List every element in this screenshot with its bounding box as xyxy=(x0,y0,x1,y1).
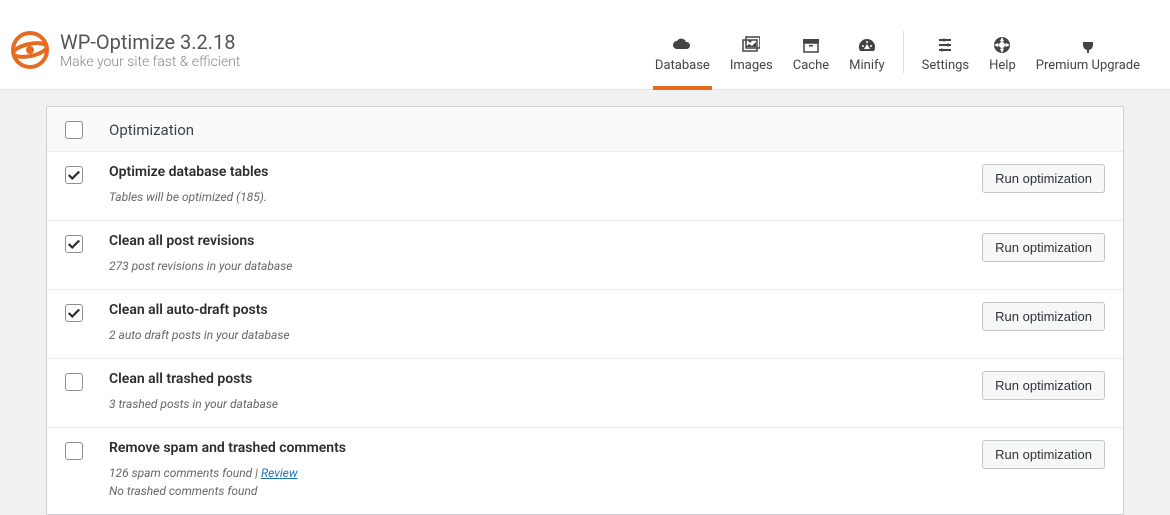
select-all-checkbox[interactable] xyxy=(65,121,83,139)
row-checkbox[interactable] xyxy=(65,373,83,391)
nav-tab-label: Help xyxy=(989,58,1016,73)
brand: WP-Optimize 3.2.18 Make your site fast &… xyxy=(10,30,240,70)
table-row: Clean all auto-draft posts 2 auto draft … xyxy=(47,290,1123,359)
nav-tab-minify[interactable]: Minify xyxy=(839,30,895,89)
nav-separator xyxy=(903,31,904,73)
row-checkbox[interactable] xyxy=(65,442,83,460)
optimization-desc: 3 trashed posts in your database xyxy=(109,397,945,411)
optimization-desc: 273 post revisions in your database xyxy=(109,259,945,273)
archive-icon xyxy=(802,36,820,54)
run-optimization-button[interactable]: Run optimization xyxy=(982,164,1105,193)
run-optimization-button[interactable]: Run optimization xyxy=(982,440,1105,469)
row-checkbox[interactable] xyxy=(65,235,83,253)
optimization-desc: 126 spam comments found | Review xyxy=(109,466,945,480)
nav-tab-images[interactable]: Images xyxy=(720,30,783,89)
row-checkbox[interactable] xyxy=(65,166,83,184)
table-header-row: Optimization xyxy=(47,107,1123,152)
nav-tab-label: Settings xyxy=(922,58,969,73)
nav-tab-database[interactable]: Database xyxy=(645,30,720,89)
nav-tab-label: Images xyxy=(730,58,773,73)
review-link[interactable]: Review xyxy=(261,466,298,480)
nav-tab-cache[interactable]: Cache xyxy=(783,30,839,89)
nav-tab-label: Cache xyxy=(793,58,829,73)
help-icon xyxy=(993,36,1011,54)
optimization-title: Clean all post revisions xyxy=(109,233,945,249)
nav: Database Images Cache Minify Settings He… xyxy=(645,10,1150,89)
nav-tab-label: Premium Upgrade xyxy=(1036,58,1140,73)
wpo-logo-icon xyxy=(10,30,50,70)
optimization-title: Optimize database tables xyxy=(109,164,945,180)
cloud-icon xyxy=(673,36,691,54)
row-checkbox[interactable] xyxy=(65,304,83,322)
app-tagline: Make your site fast & efficient xyxy=(60,54,240,70)
nav-tab-premium-upgrade[interactable]: Premium Upgrade xyxy=(1026,30,1150,89)
plug-icon xyxy=(1079,36,1097,54)
table-row: Clean all post revisions 273 post revisi… xyxy=(47,221,1123,290)
optimization-title: Clean all trashed posts xyxy=(109,371,945,387)
table-row: Clean all trashed posts 3 trashed posts … xyxy=(47,359,1123,428)
run-optimization-button[interactable]: Run optimization xyxy=(982,371,1105,400)
gauge-icon xyxy=(858,36,876,54)
optimization-desc: No trashed comments found xyxy=(109,484,945,498)
run-optimization-button[interactable]: Run optimization xyxy=(982,302,1105,331)
nav-tab-label: Minify xyxy=(849,58,885,73)
optimization-title: Remove spam and trashed comments xyxy=(109,440,945,456)
table-header-label: Optimization xyxy=(109,121,194,139)
images-icon xyxy=(742,36,760,54)
nav-tab-settings[interactable]: Settings xyxy=(912,30,979,89)
optimization-title: Clean all auto-draft posts xyxy=(109,302,945,318)
nav-tab-help[interactable]: Help xyxy=(979,30,1026,89)
run-optimization-button[interactable]: Run optimization xyxy=(982,233,1105,262)
nav-tab-label: Database xyxy=(655,58,710,73)
table-row: Remove spam and trashed comments 126 spa… xyxy=(47,428,1123,514)
optimization-desc: 2 auto draft posts in your database xyxy=(109,328,945,342)
app-header: WP-Optimize 3.2.18 Make your site fast &… xyxy=(0,0,1170,90)
optimization-table: Optimization Optimize database tables Ta… xyxy=(46,106,1124,515)
sliders-icon xyxy=(936,36,954,54)
table-row: Optimize database tables Tables will be … xyxy=(47,152,1123,221)
app-title: WP-Optimize 3.2.18 xyxy=(60,30,240,54)
optimization-desc: Tables will be optimized (185). xyxy=(109,190,945,204)
